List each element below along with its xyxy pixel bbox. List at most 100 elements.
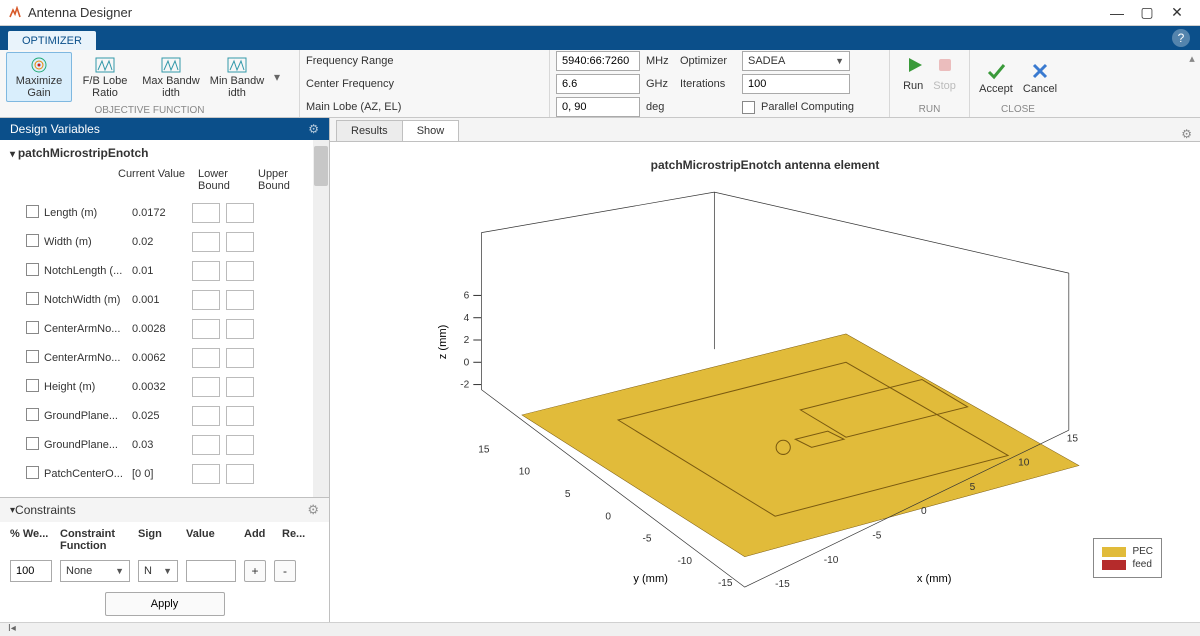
cancel-button[interactable]: Cancel xyxy=(1020,59,1060,95)
lower-bound-input[interactable] xyxy=(192,348,220,368)
variable-name: GroundPlane... xyxy=(40,410,132,422)
rewind-icon[interactable]: I◂ xyxy=(8,623,16,634)
variable-row: NotchWidth (m)0.001 xyxy=(0,285,329,314)
upper-bound-input[interactable] xyxy=(226,406,254,426)
svg-text:10: 10 xyxy=(1018,458,1030,469)
center-freq-input[interactable] xyxy=(556,74,640,94)
constraint-func-select[interactable]: None▼ xyxy=(60,560,130,582)
svg-text:10: 10 xyxy=(519,467,531,478)
variable-checkbox[interactable] xyxy=(26,263,39,276)
variable-row: Width (m)0.02 xyxy=(0,227,329,256)
variable-row: CenterArmNo...0.0062 xyxy=(0,343,329,372)
constraint-add-button[interactable]: + xyxy=(244,560,266,582)
left-panel: Design Variables ⚙ patchMicrostripEnotch… xyxy=(0,118,330,622)
col-add: Add xyxy=(244,528,274,552)
target-icon xyxy=(7,55,71,75)
variable-value: 0.0172 xyxy=(132,207,192,219)
lower-bound-input[interactable] xyxy=(192,435,220,455)
parallel-computing-label: Parallel Computing xyxy=(761,101,854,113)
upper-bound-input[interactable] xyxy=(226,348,254,368)
accept-button[interactable]: Accept xyxy=(976,59,1016,95)
maximize-button[interactable]: ▢ xyxy=(1132,4,1162,21)
tab-optimizer[interactable]: OPTIMIZER xyxy=(8,31,96,50)
variable-name: PatchCenterO... xyxy=(40,468,132,480)
upper-bound-input[interactable] xyxy=(226,232,254,252)
constraint-sign-select[interactable]: N▼ xyxy=(138,560,178,582)
upper-bound-input[interactable] xyxy=(226,377,254,397)
check-icon xyxy=(976,59,1016,83)
svg-text:0: 0 xyxy=(921,506,927,517)
variable-checkbox[interactable] xyxy=(26,321,39,334)
stop-label: Stop xyxy=(933,80,956,92)
parallel-computing-checkbox[interactable] xyxy=(742,101,755,114)
z-axis-label: z (mm) xyxy=(437,324,449,359)
lower-bound-input[interactable] xyxy=(192,464,220,484)
constraint-value-input[interactable] xyxy=(186,560,236,582)
variable-checkbox[interactable] xyxy=(26,379,39,392)
plot-title: patchMicrostripEnotch antenna element xyxy=(330,158,1200,172)
lower-bound-input[interactable] xyxy=(192,261,220,281)
results-gear-icon[interactable]: ⚙ xyxy=(1181,127,1192,141)
variable-checkbox[interactable] xyxy=(26,234,39,247)
lower-bound-input[interactable] xyxy=(192,319,220,339)
variable-row: CenterArmNo...0.0028 xyxy=(0,314,329,343)
upper-bound-input[interactable] xyxy=(226,290,254,310)
stop-button[interactable] xyxy=(932,52,958,78)
upper-bound-input[interactable] xyxy=(226,203,254,223)
variable-checkbox[interactable] xyxy=(26,466,39,479)
optimizer-select[interactable]: SADEA▼ xyxy=(742,51,850,71)
pec-plane xyxy=(522,334,1079,557)
main-lobe-input[interactable] xyxy=(556,97,640,117)
upper-bound-input[interactable] xyxy=(226,435,254,455)
status-bar: I◂ xyxy=(0,622,1200,636)
collapse-ribbon-icon[interactable]: ▴ xyxy=(1189,52,1195,65)
scrollbar-thumb[interactable] xyxy=(314,146,328,186)
scrollbar-track[interactable] xyxy=(313,140,329,497)
variable-checkbox[interactable] xyxy=(26,350,39,363)
variable-checkbox[interactable] xyxy=(26,292,39,305)
constraints-gear-icon[interactable]: ⚙ xyxy=(307,502,319,518)
constraint-weight-input[interactable] xyxy=(10,560,52,582)
obj-max-bandwidth-button[interactable]: Max Bandw idth xyxy=(138,53,204,101)
upper-bound-input[interactable] xyxy=(226,319,254,339)
lower-bound-input[interactable] xyxy=(192,290,220,310)
variable-checkbox[interactable] xyxy=(26,408,39,421)
svg-text:6: 6 xyxy=(464,290,470,301)
lower-bound-input[interactable] xyxy=(192,203,220,223)
obj-maximize-gain-button[interactable]: Maximize Gain xyxy=(6,52,72,102)
ribbon-label-run: RUN xyxy=(890,103,969,117)
svg-text:5: 5 xyxy=(565,489,571,500)
help-button[interactable]: ? xyxy=(1172,29,1190,47)
variable-checkbox[interactable] xyxy=(26,437,39,450)
close-window-button[interactable]: ✕ xyxy=(1162,4,1192,21)
constraint-remove-button[interactable]: - xyxy=(274,560,296,582)
design-variables-header: Design Variables ⚙ xyxy=(0,118,329,140)
iterations-input[interactable] xyxy=(742,74,850,94)
upper-bound-input[interactable] xyxy=(226,464,254,484)
tree-node-antenna[interactable]: patchMicrostripEnotch xyxy=(0,140,329,166)
svg-text:4: 4 xyxy=(464,313,470,324)
variable-name: CenterArmNo... xyxy=(40,323,132,335)
obj-fb-lobe-button[interactable]: F/B Lobe Ratio xyxy=(72,53,138,101)
panel-gear-icon[interactable]: ⚙ xyxy=(308,122,319,136)
lower-bound-input[interactable] xyxy=(192,406,220,426)
ribbon-group-close: Accept Cancel CLOSE xyxy=(970,50,1066,117)
upper-bound-input[interactable] xyxy=(226,261,254,281)
lower-bound-input[interactable] xyxy=(192,232,220,252)
variable-row: PatchCenterO...[0 0] xyxy=(0,459,329,488)
objective-more-dropdown[interactable]: ▾ xyxy=(270,70,284,84)
constraints-header[interactable]: Constraints ⚙ xyxy=(0,497,329,522)
tab-show[interactable]: Show xyxy=(402,120,460,141)
col-remove: Re... xyxy=(282,528,312,552)
tab-results[interactable]: Results xyxy=(336,120,403,141)
variable-value: 0.0028 xyxy=(132,323,192,335)
freq-range-input[interactable] xyxy=(556,51,640,71)
run-button[interactable] xyxy=(902,52,928,78)
lower-bound-input[interactable] xyxy=(192,377,220,397)
obj-min-bandwidth-button[interactable]: Min Bandw idth xyxy=(204,53,270,101)
bandwidth-icon xyxy=(138,55,204,75)
antenna-plot[interactable]: patchMicrostripEnotch antenna element xyxy=(330,142,1200,622)
apply-button[interactable]: Apply xyxy=(105,592,225,616)
minimize-button[interactable]: — xyxy=(1102,5,1132,21)
variable-checkbox[interactable] xyxy=(26,205,39,218)
